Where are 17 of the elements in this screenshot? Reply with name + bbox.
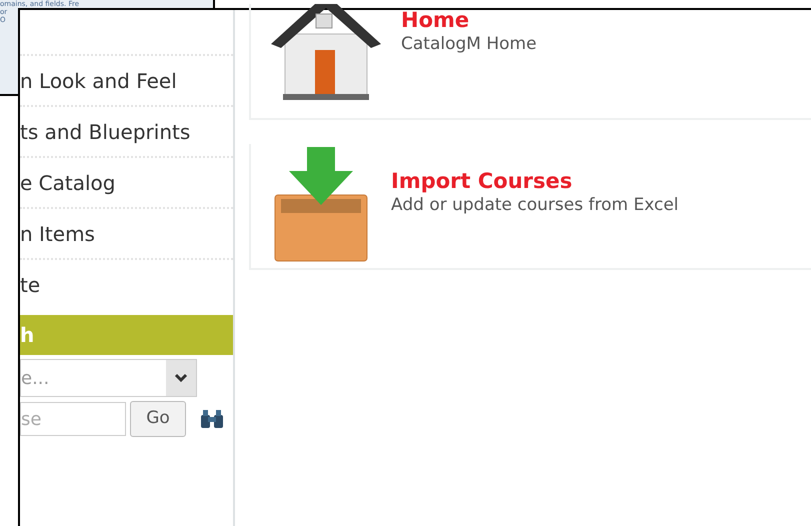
menu-card[interactable]: Home CatalogM Home: [249, 4, 811, 120]
card-description: CatalogM Home: [401, 33, 537, 56]
sidebar-item[interactable]: e Catalog: [20, 156, 233, 207]
card-title[interactable]: Import Courses: [391, 169, 678, 194]
sidebar-item[interactable]: ts and Blueprints: [20, 105, 233, 156]
binoculars-icon[interactable]: [200, 409, 224, 429]
sidebar-item[interactable]: te: [20, 258, 233, 309]
select-placeholder: e...: [21, 366, 50, 390]
chevron-down-icon: [166, 360, 196, 396]
go-button[interactable]: Go: [130, 401, 186, 437]
sidebar-item[interactable]: n Items: [20, 207, 233, 258]
card-description: Add or update courses from Excel: [391, 194, 678, 218]
sidebar-item[interactable]: n Look and Feel: [20, 54, 233, 105]
search-input[interactable]: se: [20, 402, 126, 436]
menu-card[interactable]: Import Courses Add or update courses from Excel: [249, 144, 811, 270]
search-header: h: [20, 315, 233, 355]
card-title[interactable]: Home: [401, 8, 537, 32]
